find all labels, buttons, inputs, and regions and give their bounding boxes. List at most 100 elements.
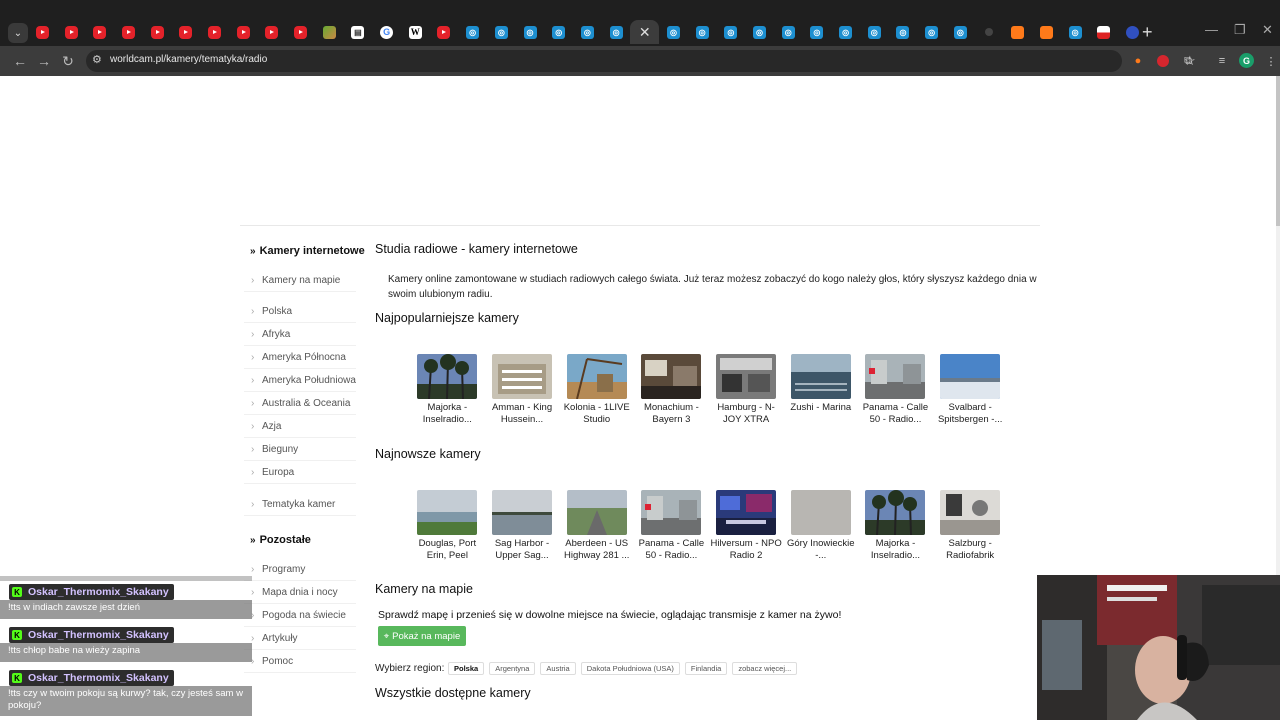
browser-tab[interactable]: ◎	[516, 20, 545, 44]
camera-thumbnail[interactable]	[940, 490, 1001, 535]
browser-tab[interactable]	[171, 20, 200, 44]
camera-thumbnail[interactable]	[492, 354, 553, 399]
reload-icon[interactable]: ↻	[58, 51, 78, 71]
camera-card[interactable]: Douglas, Port Erin, Peel	[410, 490, 485, 562]
address-bar[interactable]: ⚙ worldcam.pl/kamery/tematyka/radio ☆	[86, 50, 1196, 72]
browser-tab[interactable]: ◎	[659, 20, 688, 44]
browser-tab[interactable]: ◎	[774, 20, 803, 44]
camera-caption[interactable]: Amman - King Hussein...	[486, 402, 558, 426]
camera-caption[interactable]: Hamburg - N-JOY XTRA	[710, 402, 782, 426]
camera-card[interactable]: Zushi - Marina	[783, 354, 858, 426]
browser-tab[interactable]: ◎	[889, 20, 918, 44]
camera-caption[interactable]: Douglas, Port Erin, Peel	[411, 538, 483, 562]
camera-thumbnail[interactable]	[865, 354, 926, 399]
scroll-thumb[interactable]	[1276, 76, 1280, 226]
browser-tab[interactable]	[286, 20, 315, 44]
camera-card[interactable]: Hamburg - N-JOY XTRA	[709, 354, 784, 426]
browser-tab[interactable]	[258, 20, 287, 44]
browser-tab[interactable]	[114, 20, 143, 44]
camera-thumbnail[interactable]	[940, 354, 1001, 399]
camera-thumbnail[interactable]	[641, 354, 702, 399]
new-tab-button[interactable]: +	[1142, 22, 1153, 42]
camera-card[interactable]: Panama - Calle 50 - Radio...	[858, 354, 933, 426]
site-info-icon[interactable]: ⚙	[92, 53, 102, 66]
forward-icon[interactable]: →	[34, 51, 54, 71]
profile-avatar[interactable]: G	[1239, 53, 1254, 68]
camera-caption[interactable]: Panama - Calle 50 - Radio...	[859, 402, 931, 426]
sidebar-item-region[interactable]: Europa	[244, 464, 356, 484]
extensions-puzzle-icon[interactable]: ⧉	[1180, 53, 1196, 69]
camera-card[interactable]: Góry Inowieckie -...	[783, 490, 858, 562]
region-chip[interactable]: zobacz więcej...	[732, 662, 798, 675]
camera-card[interactable]: Amman - King Hussein...	[485, 354, 560, 426]
extension-icon[interactable]: ●	[1130, 53, 1146, 69]
camera-caption[interactable]: Hilversum - NPO Radio 2	[710, 538, 782, 562]
sidebar-item-other[interactable]: Pogoda na świecie	[244, 607, 356, 627]
browser-tab[interactable]	[229, 20, 258, 44]
back-icon[interactable]: ←	[10, 51, 30, 71]
window-close-icon[interactable]: ✕	[1262, 22, 1273, 38]
show-map-button[interactable]: ⌖ Pokaż na mapie	[378, 626, 466, 646]
camera-card[interactable]: Sag Harbor - Upper Sag...	[485, 490, 560, 562]
camera-card[interactable]: Aberdeen - US Highway 281 ...	[559, 490, 634, 562]
camera-card[interactable]: Panama - Calle 50 - Radio...	[634, 490, 709, 562]
sidebar-item-region[interactable]: Australia & Oceania	[244, 395, 356, 415]
browser-tab[interactable]	[975, 20, 1004, 44]
camera-thumbnail[interactable]	[790, 490, 851, 535]
camera-card[interactable]: Monachium - Bayern 3	[634, 354, 709, 426]
camera-caption[interactable]: Majorka - Inselradio...	[411, 402, 483, 426]
browser-tab[interactable]: ◎	[458, 20, 487, 44]
camera-thumbnail[interactable]	[716, 354, 777, 399]
camera-thumbnail[interactable]	[566, 490, 627, 535]
browser-tab[interactable]: ◎	[745, 20, 774, 44]
camera-card[interactable]: Svalbard - Spitsbergen -...	[933, 354, 1008, 426]
camera-caption[interactable]: Zushi - Marina	[785, 402, 857, 414]
browser-tab[interactable]: W	[401, 20, 430, 44]
camera-card[interactable]: Salzburg - Radiofabrik	[933, 490, 1008, 562]
browser-tab[interactable]	[85, 20, 114, 44]
region-chip[interactable]: Argentyna	[489, 662, 536, 675]
browser-tab[interactable]	[200, 20, 229, 44]
url-text[interactable]: worldcam.pl/kamery/tematyka/radio	[110, 54, 267, 65]
browser-tab[interactable]: ◎	[917, 20, 946, 44]
browser-tab[interactable]	[1032, 20, 1061, 44]
browser-tab[interactable]: ◎	[487, 20, 516, 44]
camera-caption[interactable]: Góry Inowieckie -...	[785, 538, 857, 562]
sidebar-item-region[interactable]: Ameryka Południowa	[244, 372, 356, 392]
browser-tab[interactable]: G	[372, 20, 401, 44]
camera-caption[interactable]: Svalbard - Spitsbergen -...	[934, 402, 1006, 426]
camera-caption[interactable]: Panama - Calle 50 - Radio...	[635, 538, 707, 562]
sidebar-item-topics[interactable]: Tematyka kamer	[244, 496, 356, 516]
camera-caption[interactable]: Majorka - Inselradio...	[859, 538, 931, 562]
camera-caption[interactable]: Aberdeen - US Highway 281 ...	[561, 538, 633, 562]
minimize-icon[interactable]: —	[1205, 22, 1218, 37]
browser-tab[interactable]	[143, 20, 172, 44]
browser-tab[interactable]: ◎	[573, 20, 602, 44]
close-icon[interactable]: ✕	[639, 25, 651, 39]
sidebar-item-region[interactable]: Azja	[244, 418, 356, 438]
camera-caption[interactable]: Sag Harbor - Upper Sag...	[486, 538, 558, 562]
browser-tab[interactable]: ◎	[1061, 20, 1090, 44]
camera-thumbnail[interactable]	[865, 490, 926, 535]
tab-active[interactable]: ✕	[630, 20, 660, 44]
sidebar-item-other[interactable]: Artykuły	[244, 630, 356, 650]
sidebar-item-other[interactable]: Programy	[244, 561, 356, 581]
camera-thumbnail[interactable]	[641, 490, 702, 535]
camera-caption[interactable]: Monachium - Bayern 3	[635, 402, 707, 426]
region-chip[interactable]: Finlandia	[684, 662, 728, 675]
region-chip[interactable]: Austria	[540, 662, 576, 675]
browser-tab[interactable]: ◎	[803, 20, 832, 44]
camera-thumbnail[interactable]	[790, 354, 851, 399]
camera-caption[interactable]: Kolonia - 1LIVE Studio	[561, 402, 633, 426]
sidebar-item-map[interactable]: Kamery na mapie	[244, 272, 356, 292]
browser-tab[interactable]	[28, 20, 57, 44]
browser-tab[interactable]: ◎	[860, 20, 889, 44]
camera-card[interactable]: Majorka - Inselradio...	[858, 490, 933, 562]
sidebar-item-region[interactable]: Afryka	[244, 326, 356, 346]
restore-icon[interactable]: ❐	[1234, 22, 1246, 38]
browser-tab[interactable]: ◎	[717, 20, 746, 44]
camera-thumbnail[interactable]	[417, 354, 478, 399]
browser-tab[interactable]	[57, 20, 86, 44]
media-controls-icon[interactable]: ≡	[1214, 53, 1230, 69]
sidebar-item-region[interactable]: Polska	[244, 303, 356, 323]
